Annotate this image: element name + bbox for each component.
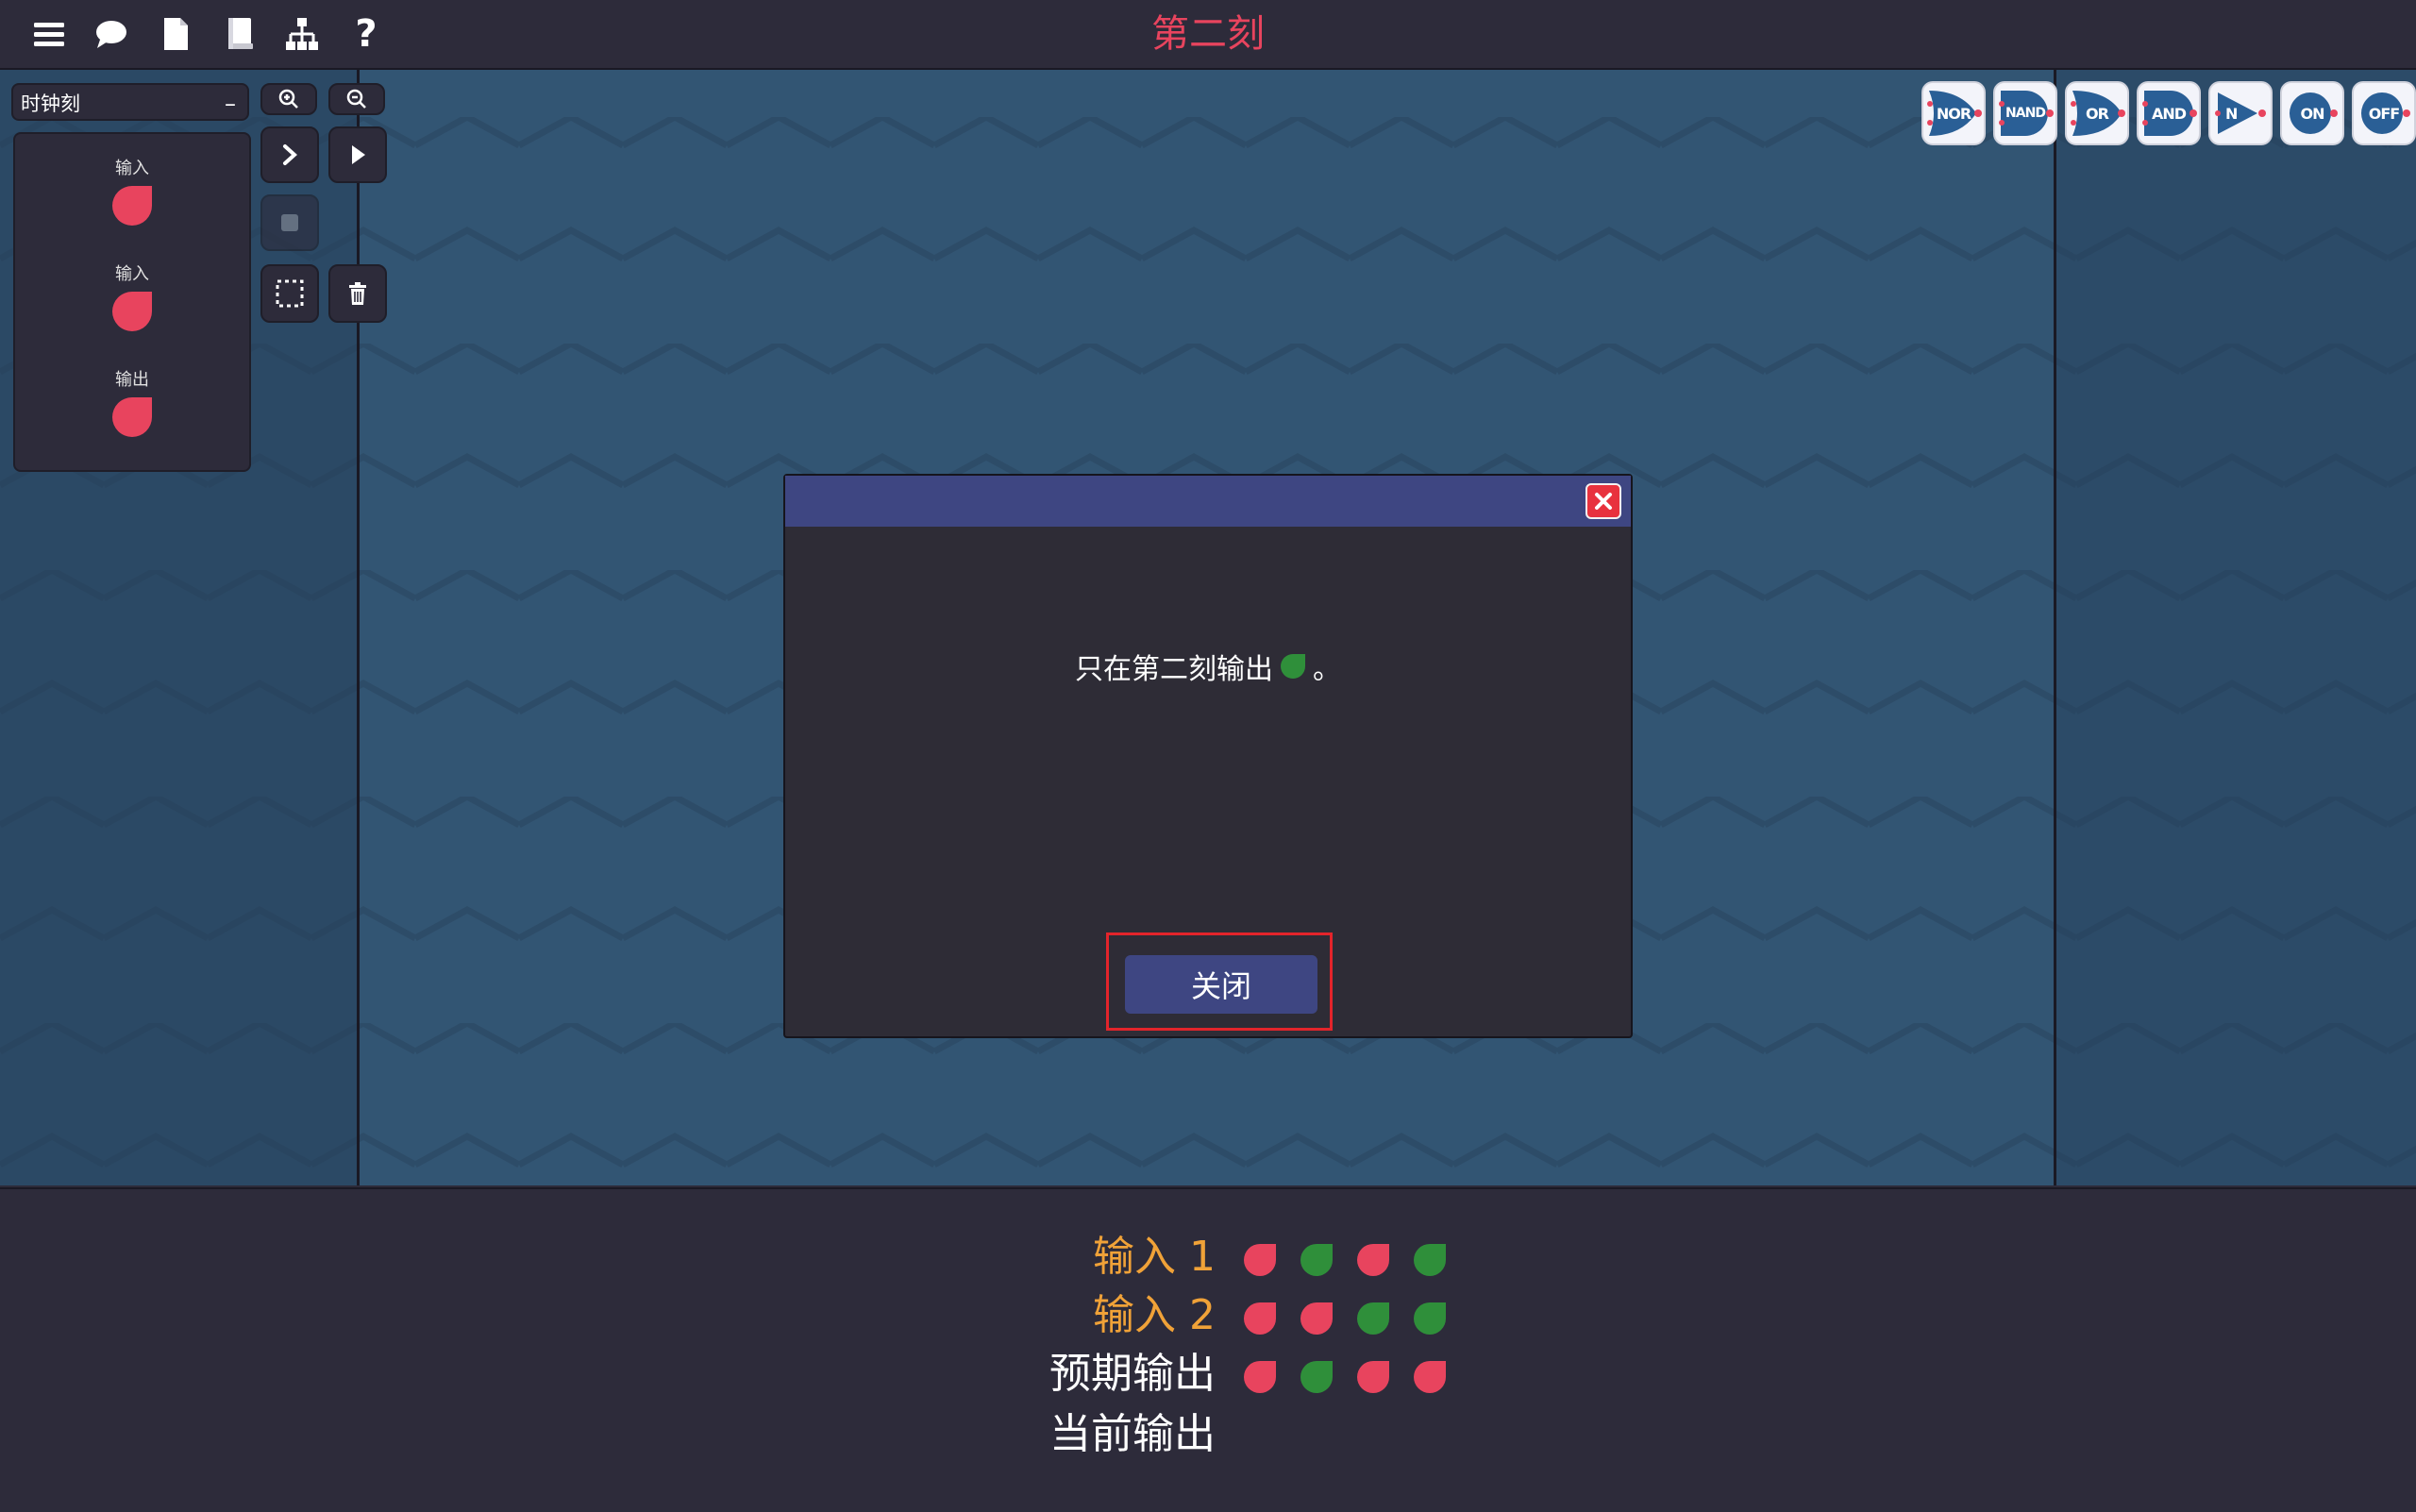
truth-row-label: 输入 1 xyxy=(1093,1233,1216,1281)
signal-on-icon xyxy=(1281,654,1305,679)
signal-off-icon xyxy=(112,186,152,226)
gate-label: OR xyxy=(2086,104,2109,123)
signal-off-icon xyxy=(1357,1244,1389,1276)
signal-on-icon xyxy=(1300,1361,1333,1393)
signal-on-icon xyxy=(1300,1244,1333,1276)
signal-off-icon xyxy=(112,292,152,331)
signal-off-icon xyxy=(1244,1244,1276,1276)
play-button[interactable] xyxy=(328,126,387,183)
zoom-out-button[interactable] xyxy=(328,83,385,115)
truth-row-input-1: 输入 1 xyxy=(0,1229,2416,1285)
zoom-out-icon xyxy=(346,89,366,109)
io-item-output[interactable]: 输出 xyxy=(15,366,249,440)
gate-not[interactable]: N xyxy=(2208,81,2273,145)
gate-label: NOR xyxy=(1936,104,1971,123)
signal-on-icon xyxy=(1414,1302,1446,1335)
component-select[interactable]: 时钟刻 – xyxy=(11,83,249,121)
zoom-in-button[interactable] xyxy=(260,83,317,115)
stop-button[interactable] xyxy=(260,194,319,251)
signal-off-icon xyxy=(1244,1302,1276,1335)
left-divider xyxy=(357,70,360,1185)
stop-icon xyxy=(281,214,298,231)
truth-row-label: 当前输出 xyxy=(1049,1410,1216,1458)
io-panel: 输入 输入 输出 xyxy=(13,132,251,472)
close-button[interactable]: 关闭 xyxy=(1125,955,1317,1014)
dialog-close-button[interactable] xyxy=(1586,483,1621,519)
play-icon xyxy=(352,145,365,164)
file-icon[interactable] xyxy=(155,13,196,55)
gate-nand[interactable]: NAND xyxy=(1993,81,2057,145)
signal-on-icon xyxy=(1414,1244,1446,1276)
collapse-icon[interactable]: – xyxy=(225,85,236,123)
io-item-input-1[interactable]: 输入 xyxy=(15,155,249,228)
delete-button[interactable] xyxy=(328,264,387,323)
io-label: 输出 xyxy=(115,370,149,390)
close-icon xyxy=(1595,493,1612,510)
select-icon xyxy=(276,279,304,308)
io-label: 输入 xyxy=(115,264,149,284)
top-bar: ? 第二刻 xyxy=(0,0,2416,70)
component-select-value: 时钟刻 xyxy=(21,92,80,115)
menu-icon[interactable] xyxy=(28,13,70,55)
signal-off-icon xyxy=(1357,1361,1389,1393)
gate-label: OFF xyxy=(2368,104,2400,123)
book-icon[interactable] xyxy=(219,13,260,55)
signal-off-icon xyxy=(1300,1302,1333,1335)
gate-or[interactable]: OR xyxy=(2065,81,2129,145)
truth-row-input-2: 输入 2 xyxy=(0,1287,2416,1344)
dialog-message: 只在第二刻输出 。 xyxy=(785,646,1631,687)
right-panel xyxy=(2056,70,2416,1185)
signal-off-icon xyxy=(1244,1361,1276,1393)
zoom-in-icon xyxy=(278,89,298,109)
right-divider xyxy=(2054,70,2056,1185)
step-button[interactable] xyxy=(260,126,319,183)
gate-nor[interactable]: NOR xyxy=(1921,81,1986,145)
io-label: 输入 xyxy=(115,159,149,178)
level-title: 第二刻 xyxy=(1151,12,1265,56)
signal-on-icon xyxy=(1357,1302,1389,1335)
help-icon[interactable]: ? xyxy=(345,12,387,56)
step-icon xyxy=(283,144,297,165)
info-dialog: 只在第二刻输出 。 关闭 xyxy=(783,474,1633,1038)
chat-icon[interactable] xyxy=(91,13,132,55)
dialog-message-suffix: 。 xyxy=(1313,653,1341,686)
truth-row-label: 输入 2 xyxy=(1093,1291,1216,1339)
truth-table: 输入 1 输入 2 预期输出 当前输出 xyxy=(0,1187,2416,1512)
dialog-header xyxy=(785,476,1631,527)
select-button[interactable] xyxy=(260,264,319,323)
io-item-input-2[interactable]: 输入 xyxy=(15,260,249,334)
gate-label: N xyxy=(2225,104,2238,123)
hierarchy-icon[interactable] xyxy=(281,13,323,55)
signal-off-icon xyxy=(112,397,152,437)
gate-label: ON xyxy=(2300,104,2325,123)
truth-row-label: 预期输出 xyxy=(1049,1350,1216,1398)
truth-row-current-output: 当前输出 xyxy=(0,1406,2416,1463)
trash-icon xyxy=(349,282,366,305)
gate-label: AND xyxy=(2151,104,2187,123)
gate-on[interactable]: ON xyxy=(2280,81,2344,145)
gate-label: NAND xyxy=(2005,106,2046,121)
truth-row-expected-output: 预期输出 xyxy=(0,1346,2416,1403)
gate-and[interactable]: AND xyxy=(2137,81,2201,145)
signal-off-icon xyxy=(1414,1361,1446,1393)
gate-off[interactable]: OFF xyxy=(2352,81,2416,145)
dialog-message-text: 只在第二刻输出 xyxy=(1075,653,1273,686)
